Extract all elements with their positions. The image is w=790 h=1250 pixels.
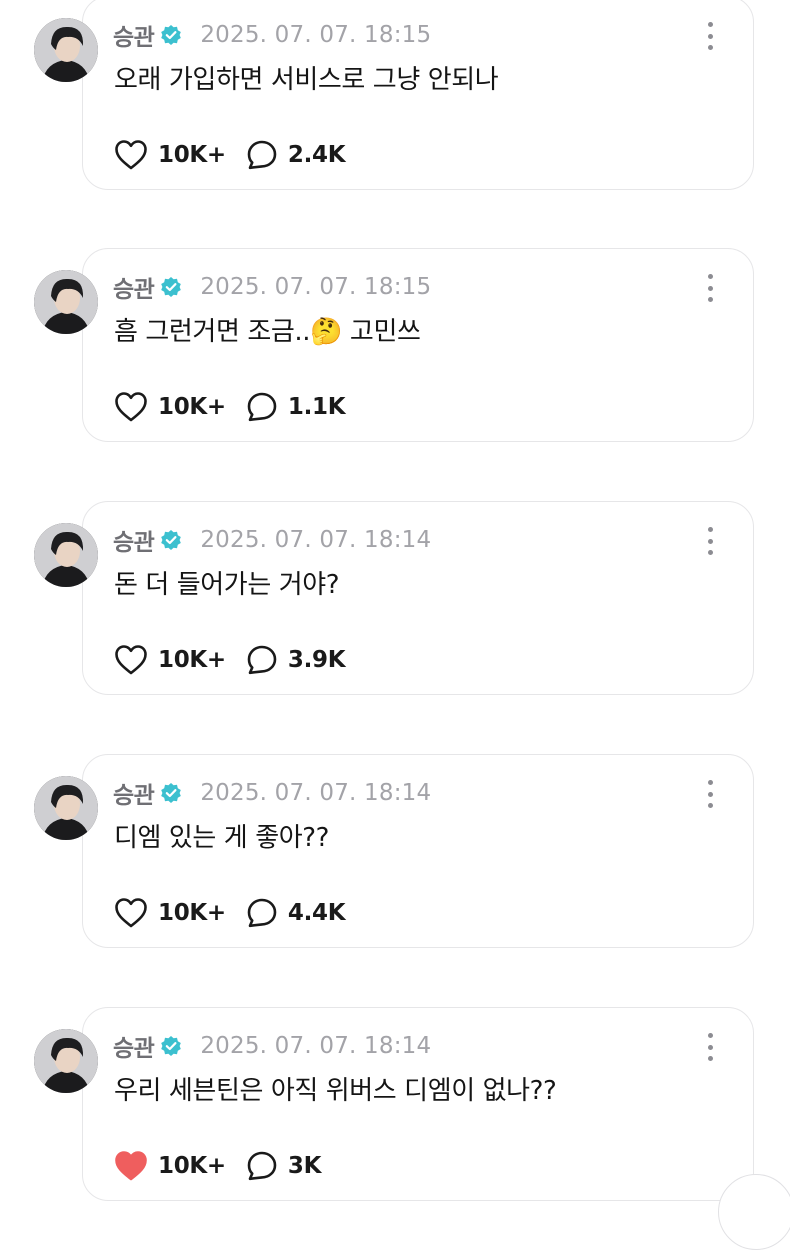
avatar[interactable] — [34, 270, 98, 334]
more-vertical-icon — [707, 22, 713, 27]
comment-count: 2.4K — [287, 142, 346, 168]
verified-badge-icon — [160, 782, 182, 804]
post-actions: 10K+ 2.4K — [114, 137, 346, 173]
like-button[interactable]: 10K+ — [114, 391, 226, 423]
verified-badge-icon — [160, 24, 182, 46]
author-name[interactable]: 승관 — [113, 523, 155, 557]
heart-icon — [115, 140, 147, 170]
avatar[interactable] — [34, 776, 98, 840]
author-name[interactable]: 승관 — [113, 18, 155, 52]
more-vertical-icon — [707, 274, 713, 279]
post-header: 승관 2025. 07. 07. 18:15 — [113, 271, 431, 303]
post-text: 흠 그런거면 조금..🤔 고민쓰 — [114, 317, 421, 347]
post-item: 승관 2025. 07. 07. 18:14 우리 세븐틴은 아직 위버스 디엠… — [0, 1007, 790, 1211]
post-item: 승관 2025. 07. 07. 18:14 디엠 있는 게 좋아?? 10K+ — [0, 754, 790, 958]
comment-button[interactable]: 2.4K — [246, 139, 346, 171]
like-count: 10K+ — [158, 1153, 226, 1179]
more-dot — [707, 791, 713, 797]
comment-bubble-icon — [247, 392, 277, 422]
comment-button[interactable]: 1.1K — [246, 391, 346, 423]
post-timestamp: 2025. 07. 07. 18:14 — [200, 527, 432, 553]
comment-feed: 승관 2025. 07. 07. 18:15 오래 가입하면 서비스로 그냥 안… — [0, 0, 790, 1250]
post-item: 승관 2025. 07. 07. 18:15 오래 가입하면 서비스로 그냥 안… — [0, 0, 790, 200]
more-options-button[interactable] — [698, 780, 722, 808]
like-button[interactable]: 10K+ — [114, 644, 226, 676]
like-button[interactable]: 10K+ — [114, 897, 226, 929]
more-options-button[interactable] — [698, 1033, 722, 1061]
like-count: 10K+ — [158, 647, 226, 673]
comment-bubble-icon — [247, 140, 277, 170]
like-button[interactable]: 10K+ — [114, 1150, 226, 1182]
comment-button[interactable]: 3K — [246, 1150, 321, 1182]
like-button[interactable]: 10K+ — [114, 139, 226, 171]
post-header: 승관 2025. 07. 07. 18:15 — [113, 19, 431, 51]
post-text: 돈 더 들어가는 거야? — [114, 570, 340, 600]
more-options-button[interactable] — [698, 274, 722, 302]
avatar[interactable] — [34, 523, 98, 587]
more-dot — [707, 297, 713, 302]
comment-count: 3K — [287, 1153, 322, 1179]
more-vertical-icon — [707, 780, 713, 785]
more-dot — [707, 45, 713, 50]
more-dot — [707, 803, 713, 808]
comment-count: 1.1K — [287, 394, 346, 420]
more-vertical-icon — [707, 527, 713, 532]
heart-icon — [115, 898, 147, 928]
post-actions: 10K+ 3K — [114, 1148, 321, 1184]
post-timestamp: 2025. 07. 07. 18:14 — [200, 1033, 432, 1059]
post-timestamp: 2025. 07. 07. 18:15 — [200, 22, 432, 48]
more-dot — [707, 1056, 713, 1061]
heart-icon — [115, 1151, 147, 1181]
post-text: 디엠 있는 게 좋아?? — [114, 823, 330, 853]
post-header: 승관 2025. 07. 07. 18:14 — [113, 777, 431, 809]
more-dot — [707, 550, 713, 555]
avatar[interactable] — [34, 18, 98, 82]
author-name[interactable]: 승관 — [113, 270, 155, 304]
like-count: 10K+ — [158, 394, 226, 420]
more-options-button[interactable] — [698, 527, 722, 555]
more-dot — [707, 285, 713, 291]
scroll-top-button[interactable] — [718, 1174, 790, 1250]
heart-icon — [115, 392, 147, 422]
comment-count: 3.9K — [287, 647, 346, 673]
avatar[interactable] — [34, 1029, 98, 1093]
more-vertical-icon — [707, 1033, 713, 1038]
post-actions: 10K+ 1.1K — [114, 389, 346, 425]
post-text: 우리 세븐틴은 아직 위버스 디엠이 없나?? — [114, 1076, 557, 1106]
comment-bubble-icon — [247, 898, 277, 928]
comment-button[interactable]: 4.4K — [246, 897, 346, 929]
post-text: 오래 가입하면 서비스로 그냥 안되나 — [114, 65, 499, 95]
comment-bubble-icon — [247, 645, 277, 675]
post-item: 승관 2025. 07. 07. 18:15 흠 그런거면 조금..🤔 고민쓰 … — [0, 248, 790, 452]
more-options-button[interactable] — [698, 22, 722, 50]
post-timestamp: 2025. 07. 07. 18:14 — [200, 780, 432, 806]
verified-badge-icon — [160, 276, 182, 298]
comment-bubble-icon — [247, 1151, 277, 1181]
post-header: 승관 2025. 07. 07. 18:14 — [113, 1030, 431, 1062]
author-name[interactable]: 승관 — [113, 776, 155, 810]
post-actions: 10K+ 3.9K — [114, 642, 346, 678]
post-timestamp: 2025. 07. 07. 18:15 — [200, 274, 432, 300]
more-dot — [707, 33, 713, 39]
post-header: 승관 2025. 07. 07. 18:14 — [113, 524, 431, 556]
verified-badge-icon — [160, 1035, 182, 1057]
like-count: 10K+ — [158, 142, 226, 168]
comment-count: 4.4K — [287, 900, 346, 926]
heart-icon — [115, 645, 147, 675]
comment-button[interactable]: 3.9K — [246, 644, 346, 676]
like-count: 10K+ — [158, 900, 226, 926]
more-dot — [707, 1044, 713, 1050]
author-name[interactable]: 승관 — [113, 1029, 155, 1063]
verified-badge-icon — [160, 529, 182, 551]
more-dot — [707, 538, 713, 544]
post-item: 승관 2025. 07. 07. 18:14 돈 더 들어가는 거야? 10K+ — [0, 501, 790, 705]
post-actions: 10K+ 4.4K — [114, 895, 346, 931]
